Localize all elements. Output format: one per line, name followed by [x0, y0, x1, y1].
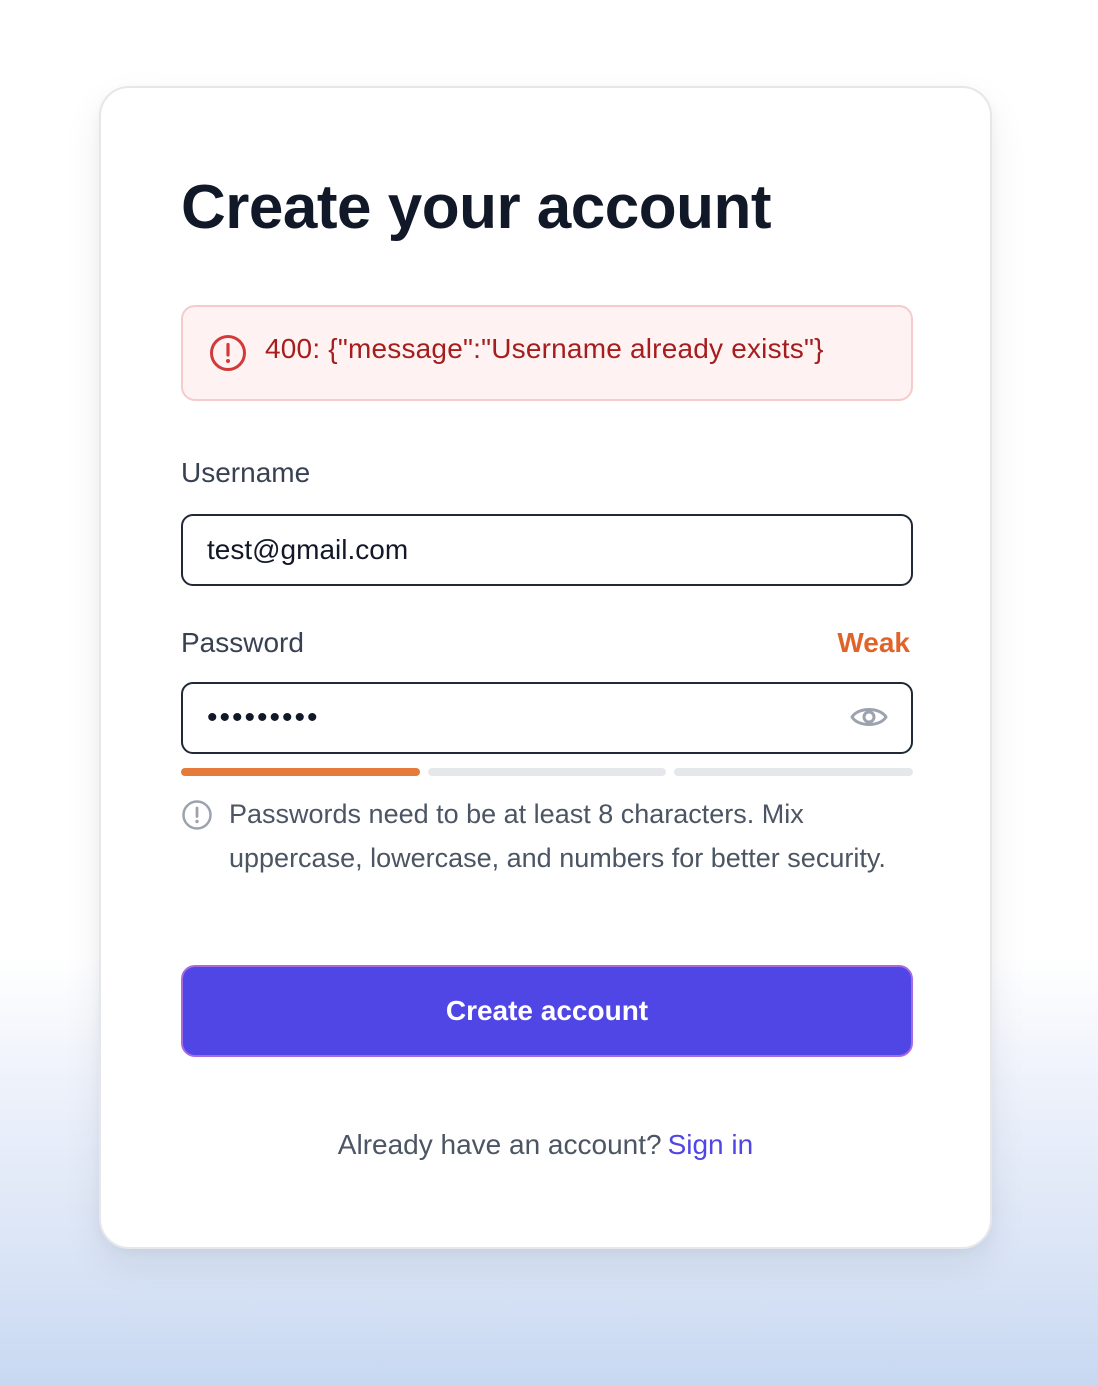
- password-strength-meter: [181, 768, 914, 776]
- info-circle-icon: [181, 799, 213, 831]
- strength-segment-1: [181, 768, 420, 776]
- strength-segment-2: [427, 768, 667, 776]
- signin-prompt: Already have an account? Sign in: [101, 1129, 990, 1161]
- password-strength-label: Weak: [837, 627, 910, 658]
- sign-in-link[interactable]: Sign in: [668, 1129, 754, 1160]
- create-account-button[interactable]: Create account: [181, 965, 913, 1057]
- page-title: Create your account: [181, 173, 772, 242]
- password-input[interactable]: [181, 682, 913, 754]
- password-label: Password: [181, 627, 304, 658]
- eye-icon[interactable]: [849, 699, 889, 735]
- username-label: Username: [181, 457, 311, 488]
- error-message: 400: {"message":"Username already exists…: [265, 333, 824, 364]
- signin-prompt-text: Already have an account?: [337, 1129, 662, 1160]
- signup-card: Create your account 400: {"message":"Use…: [99, 86, 992, 1249]
- alert-circle-icon: [209, 334, 247, 372]
- error-alert: 400: {"message":"Username already exists…: [181, 305, 913, 401]
- strength-segment-3: [674, 768, 914, 776]
- username-input[interactable]: [181, 514, 913, 586]
- password-hint: Passwords need to be at least 8 characte…: [229, 799, 886, 873]
